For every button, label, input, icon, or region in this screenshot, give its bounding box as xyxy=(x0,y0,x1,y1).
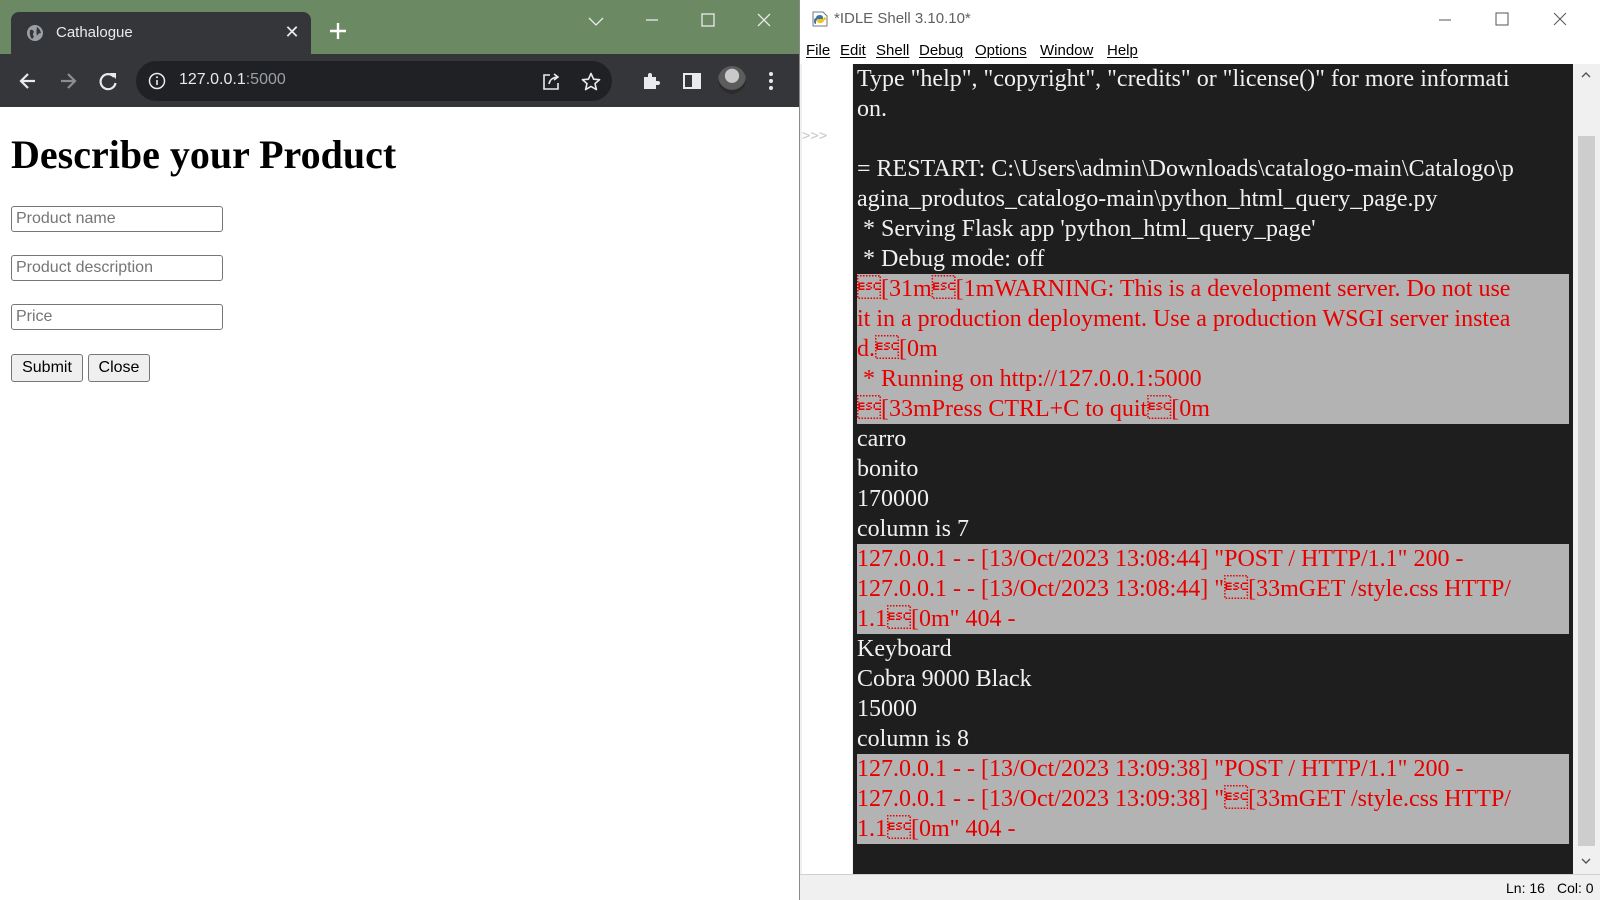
price-input[interactable] xyxy=(11,304,223,330)
shell-line: it in a production deployment. Use a pro… xyxy=(857,304,1569,334)
shell-line: 1.1[0m" 404 - xyxy=(857,604,1569,634)
url-port: :5000 xyxy=(245,71,286,88)
shell-line: on. xyxy=(857,96,887,122)
close-button[interactable]: Close xyxy=(88,354,150,382)
browser-toolbar: 127.0.0.1:5000 xyxy=(0,54,799,107)
shell-line: 127.0.0.1 - - [13/Oct/2023 13:08:44] "PO… xyxy=(857,544,1569,574)
browser-titlebar: Cathalogue ✕ xyxy=(0,0,799,54)
shell-line: 127.0.0.1 - - [13/Oct/2023 13:09:38] "[… xyxy=(857,784,1569,814)
product-description-input[interactable] xyxy=(11,255,223,281)
shell-line: Cobra 9000 Black xyxy=(857,666,1032,692)
shell-output[interactable]: Type "help", "copyright", "credits" or "… xyxy=(853,64,1573,874)
shell-line: [33mPress CTRL+C to quit[0m xyxy=(857,394,1569,424)
idle-maximize-icon[interactable] xyxy=(1482,8,1522,32)
menu-help[interactable]: Help xyxy=(1107,42,1138,59)
scroll-up-arrow-icon[interactable] xyxy=(1579,68,1593,82)
web-page: Describe your Product Submit Close xyxy=(0,107,799,900)
tab-search-icon[interactable] xyxy=(578,10,614,34)
idle-statusbar: Ln: 16 Col: 0 xyxy=(800,874,1600,900)
browser-window: Cathalogue ✕ 127.0.0.1:5000 Describe you… xyxy=(0,0,800,900)
shell-line: 127.0.0.1 - - [13/Oct/2023 13:08:44] "[… xyxy=(857,574,1569,604)
shell-line: Type "help", "copyright", "credits" or "… xyxy=(857,66,1510,92)
shell-line: 1.1[0m" 404 - xyxy=(857,814,1569,844)
tab-close-icon[interactable]: ✕ xyxy=(283,23,301,41)
idle-titlebar: *IDLE Shell 3.10.10* xyxy=(800,0,1600,38)
shell-line: 127.0.0.1 - - [13/Oct/2023 13:09:38] "PO… xyxy=(857,754,1569,784)
new-tab-icon[interactable] xyxy=(326,19,350,43)
idle-shell-window: *IDLE Shell 3.10.10* File Edit Shell Deb… xyxy=(800,0,1600,900)
back-arrow-icon[interactable] xyxy=(15,68,41,94)
more-menu-icon[interactable] xyxy=(766,68,776,94)
product-name-input[interactable] xyxy=(11,206,223,232)
shell-line: agina_produtos_catalogo-main\python_html… xyxy=(857,186,1438,212)
tab-title: Cathalogue xyxy=(56,24,133,41)
submit-button[interactable]: Submit xyxy=(11,354,83,382)
site-info-icon[interactable] xyxy=(148,72,166,90)
menu-edit[interactable]: Edit xyxy=(840,42,866,59)
menu-shell[interactable]: Shell xyxy=(876,42,909,59)
prompt-sidebar xyxy=(802,64,852,874)
address-bar[interactable]: 127.0.0.1:5000 xyxy=(136,61,612,101)
menu-file[interactable]: File xyxy=(806,42,830,59)
share-icon[interactable] xyxy=(540,71,562,93)
extensions-puzzle-icon[interactable] xyxy=(640,69,664,93)
url-text[interactable]: 127.0.0.1:5000 xyxy=(179,71,286,89)
shell-line: Keyboard xyxy=(857,636,952,662)
menu-debug[interactable]: Debug xyxy=(919,42,963,59)
menu-window[interactable]: Window xyxy=(1040,42,1093,59)
python-logo-icon xyxy=(812,11,828,27)
shell-line: 170000 xyxy=(857,486,929,512)
shell-line: d.[0m xyxy=(857,334,1569,364)
shell-line: carro xyxy=(857,426,907,452)
shell-line: column is 7 xyxy=(857,516,969,542)
shell-line: [31m[1mWARNING: This is a development … xyxy=(857,274,1569,304)
url-host: 127.0.0.1 xyxy=(179,71,246,88)
profile-avatar[interactable] xyxy=(718,66,746,94)
globe-icon xyxy=(27,25,43,41)
shell-line: * Running on http://127.0.0.1:5000 xyxy=(857,364,1569,394)
shell-prompt: >>> xyxy=(802,128,828,144)
menu-options[interactable]: Options xyxy=(975,42,1027,59)
shell-line: column is 8 xyxy=(857,726,969,752)
idle-menubar: File Edit Shell Debug Options Window Hel… xyxy=(800,38,1600,64)
scroll-down-arrow-icon[interactable] xyxy=(1579,854,1593,868)
close-window-icon[interactable] xyxy=(746,10,782,34)
vertical-scrollbar[interactable] xyxy=(1573,64,1600,874)
status-line: Ln: 16 xyxy=(1506,880,1545,896)
shell-line: * Serving Flask app 'python_html_query_p… xyxy=(857,216,1316,242)
shell-line: * Debug mode: off xyxy=(857,246,1045,272)
browser-tab[interactable]: Cathalogue ✕ xyxy=(11,12,311,54)
idle-window-title: *IDLE Shell 3.10.10* xyxy=(834,10,971,27)
shell-line: 15000 xyxy=(857,696,917,722)
forward-arrow-icon[interactable] xyxy=(55,68,81,94)
status-column: Col: 0 xyxy=(1557,880,1594,896)
reload-icon[interactable] xyxy=(95,68,121,94)
scrollbar-thumb[interactable] xyxy=(1578,136,1595,846)
page-heading: Describe your Product xyxy=(11,132,397,177)
idle-close-icon[interactable] xyxy=(1540,8,1580,32)
side-panel-icon[interactable] xyxy=(680,69,704,93)
shell-line: = RESTART: C:\Users\admin\Downloads\cata… xyxy=(857,156,1514,182)
minimize-icon[interactable] xyxy=(634,10,670,34)
bookmark-star-icon[interactable] xyxy=(580,71,602,93)
maximize-icon[interactable] xyxy=(690,10,726,34)
shell-line: bonito xyxy=(857,456,919,482)
idle-minimize-icon[interactable] xyxy=(1425,8,1465,32)
